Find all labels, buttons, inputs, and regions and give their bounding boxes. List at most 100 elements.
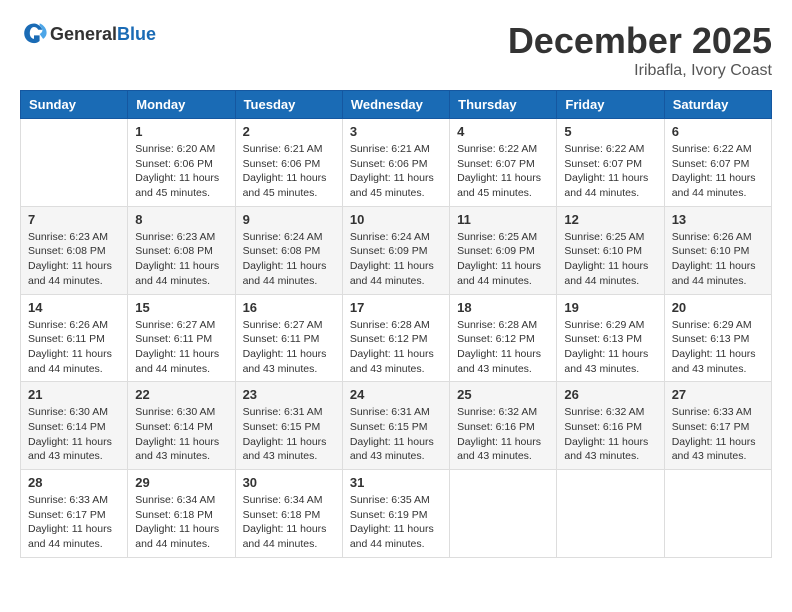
- day-info: Sunrise: 6:31 AMSunset: 6:15 PMDaylight:…: [350, 405, 442, 464]
- day-number: 31: [350, 475, 442, 490]
- day-info: Sunrise: 6:22 AMSunset: 6:07 PMDaylight:…: [457, 142, 549, 201]
- calendar-cell: [21, 119, 128, 207]
- calendar-cell: 21 Sunrise: 6:30 AMSunset: 6:14 PMDayligh…: [21, 382, 128, 470]
- day-info: Sunrise: 6:27 AMSunset: 6:11 PMDaylight:…: [135, 318, 227, 377]
- day-info: Sunrise: 6:24 AMSunset: 6:08 PMDaylight:…: [243, 230, 335, 289]
- day-info: Sunrise: 6:26 AMSunset: 6:11 PMDaylight:…: [28, 318, 120, 377]
- day-number: 12: [564, 212, 656, 227]
- calendar-week-row: 7 Sunrise: 6:23 AMSunset: 6:08 PMDaylight…: [21, 206, 772, 294]
- calendar-cell: 19 Sunrise: 6:29 AMSunset: 6:13 PMDayligh…: [557, 294, 664, 382]
- logo: GeneralBlue: [20, 20, 156, 48]
- calendar-cell: 31 Sunrise: 6:35 AMSunset: 6:19 PMDayligh…: [342, 470, 449, 558]
- calendar-week-row: 21 Sunrise: 6:30 AMSunset: 6:14 PMDayligh…: [21, 382, 772, 470]
- calendar-cell: 20Sunrise: 6:29 AMSunset: 6:13 PMDayligh…: [664, 294, 771, 382]
- weekday-header-row: SundayMondayTuesdayWednesdayThursdayFrid…: [21, 91, 772, 119]
- day-info: Sunrise: 6:21 AMSunset: 6:06 PMDaylight:…: [243, 142, 335, 201]
- calendar-cell: 6Sunrise: 6:22 AMSunset: 6:07 PMDaylight…: [664, 119, 771, 207]
- calendar-cell: 4Sunrise: 6:22 AMSunset: 6:07 PMDaylight…: [450, 119, 557, 207]
- title-section: December 2025 Iribafla, Ivory Coast: [508, 20, 772, 80]
- day-number: 23: [243, 387, 335, 402]
- calendar-week-row: 28Sunrise: 6:33 AMSunset: 6:17 PMDayligh…: [21, 470, 772, 558]
- day-info: Sunrise: 6:29 AMSunset: 6:13 PMDaylight:…: [564, 318, 656, 377]
- calendar-cell: 24 Sunrise: 6:31 AMSunset: 6:15 PMDayligh…: [342, 382, 449, 470]
- calendar-cell: 29Sunrise: 6:34 AMSunset: 6:18 PMDayligh…: [128, 470, 235, 558]
- day-number: 15: [135, 300, 227, 315]
- day-info: Sunrise: 6:28 AMSunset: 6:12 PMDaylight:…: [457, 318, 549, 377]
- day-number: 2: [243, 124, 335, 139]
- calendar-cell: 8 Sunrise: 6:23 AMSunset: 6:08 PMDaylight…: [128, 206, 235, 294]
- logo-icon: [20, 20, 48, 48]
- calendar-cell: 30 Sunrise: 6:34 AMSunset: 6:18 PMDayligh…: [235, 470, 342, 558]
- calendar-cell: 26Sunrise: 6:32 AMSunset: 6:16 PMDayligh…: [557, 382, 664, 470]
- day-number: 5: [564, 124, 656, 139]
- day-info: Sunrise: 6:23 AMSunset: 6:08 PMDaylight:…: [135, 230, 227, 289]
- day-number: 28: [28, 475, 120, 490]
- day-number: 27: [672, 387, 764, 402]
- day-info: Sunrise: 6:30 AMSunset: 6:14 PMDaylight:…: [135, 405, 227, 464]
- day-number: 24: [350, 387, 442, 402]
- day-number: 17: [350, 300, 442, 315]
- calendar-cell: 14 Sunrise: 6:26 AMSunset: 6:11 PMDayligh…: [21, 294, 128, 382]
- weekday-header-wednesday: Wednesday: [342, 91, 449, 119]
- day-number: 22: [135, 387, 227, 402]
- day-info: Sunrise: 6:35 AMSunset: 6:19 PMDaylight:…: [350, 493, 442, 552]
- weekday-header-thursday: Thursday: [450, 91, 557, 119]
- calendar-week-row: 1Sunrise: 6:20 AMSunset: 6:06 PMDaylight…: [21, 119, 772, 207]
- calendar-cell: 18Sunrise: 6:28 AMSunset: 6:12 PMDayligh…: [450, 294, 557, 382]
- day-number: 16: [243, 300, 335, 315]
- calendar-cell: 7 Sunrise: 6:23 AMSunset: 6:08 PMDaylight…: [21, 206, 128, 294]
- day-info: Sunrise: 6:24 AMSunset: 6:09 PMDaylight:…: [350, 230, 442, 289]
- day-info: Sunrise: 6:26 AMSunset: 6:10 PMDaylight:…: [672, 230, 764, 289]
- day-number: 13: [672, 212, 764, 227]
- calendar-cell: 22 Sunrise: 6:30 AMSunset: 6:14 PMDayligh…: [128, 382, 235, 470]
- day-number: 9: [243, 212, 335, 227]
- day-info: Sunrise: 6:22 AMSunset: 6:07 PMDaylight:…: [564, 142, 656, 201]
- calendar-cell: 1Sunrise: 6:20 AMSunset: 6:06 PMDaylight…: [128, 119, 235, 207]
- calendar-cell: 16Sunrise: 6:27 AMSunset: 6:11 PMDayligh…: [235, 294, 342, 382]
- day-info: Sunrise: 6:30 AMSunset: 6:14 PMDaylight:…: [28, 405, 120, 464]
- calendar-table: SundayMondayTuesdayWednesdayThursdayFrid…: [20, 90, 772, 558]
- calendar-cell: [557, 470, 664, 558]
- logo-general-text: General: [50, 24, 117, 44]
- weekday-header-sunday: Sunday: [21, 91, 128, 119]
- calendar-cell: [450, 470, 557, 558]
- calendar-cell: 23 Sunrise: 6:31 AMSunset: 6:15 PMDayligh…: [235, 382, 342, 470]
- day-info: Sunrise: 6:33 AMSunset: 6:17 PMDaylight:…: [672, 405, 764, 464]
- calendar-cell: 3Sunrise: 6:21 AMSunset: 6:06 PMDaylight…: [342, 119, 449, 207]
- location-title: Iribafla, Ivory Coast: [508, 62, 772, 80]
- calendar-cell: 9 Sunrise: 6:24 AMSunset: 6:08 PMDaylight…: [235, 206, 342, 294]
- day-number: 14: [28, 300, 120, 315]
- day-number: 26: [564, 387, 656, 402]
- day-number: 30: [243, 475, 335, 490]
- day-info: Sunrise: 6:20 AMSunset: 6:06 PMDaylight:…: [135, 142, 227, 201]
- day-number: 7: [28, 212, 120, 227]
- day-info: Sunrise: 6:32 AMSunset: 6:16 PMDaylight:…: [457, 405, 549, 464]
- day-info: Sunrise: 6:28 AMSunset: 6:12 PMDaylight:…: [350, 318, 442, 377]
- calendar-cell: 11 Sunrise: 6:25 AMSunset: 6:09 PMDayligh…: [450, 206, 557, 294]
- calendar-cell: 28Sunrise: 6:33 AMSunset: 6:17 PMDayligh…: [21, 470, 128, 558]
- day-info: Sunrise: 6:34 AMSunset: 6:18 PMDaylight:…: [243, 493, 335, 552]
- page-header: GeneralBlue December 2025 Iribafla, Ivor…: [20, 20, 772, 80]
- day-number: 25: [457, 387, 549, 402]
- day-info: Sunrise: 6:25 AMSunset: 6:09 PMDaylight:…: [457, 230, 549, 289]
- day-number: 19: [564, 300, 656, 315]
- calendar-cell: 5 Sunrise: 6:22 AMSunset: 6:07 PMDaylight…: [557, 119, 664, 207]
- calendar-cell: 17 Sunrise: 6:28 AMSunset: 6:12 PMDayligh…: [342, 294, 449, 382]
- logo-blue-text: Blue: [117, 24, 156, 44]
- calendar-cell: 13 Sunrise: 6:26 AMSunset: 6:10 PMDayligh…: [664, 206, 771, 294]
- day-info: Sunrise: 6:31 AMSunset: 6:15 PMDaylight:…: [243, 405, 335, 464]
- day-number: 29: [135, 475, 227, 490]
- weekday-header-tuesday: Tuesday: [235, 91, 342, 119]
- day-info: Sunrise: 6:29 AMSunset: 6:13 PMDaylight:…: [672, 318, 764, 377]
- day-info: Sunrise: 6:21 AMSunset: 6:06 PMDaylight:…: [350, 142, 442, 201]
- day-number: 11: [457, 212, 549, 227]
- day-info: Sunrise: 6:25 AMSunset: 6:10 PMDaylight:…: [564, 230, 656, 289]
- calendar-cell: 15 Sunrise: 6:27 AMSunset: 6:11 PMDayligh…: [128, 294, 235, 382]
- day-info: Sunrise: 6:23 AMSunset: 6:08 PMDaylight:…: [28, 230, 120, 289]
- calendar-cell: 27 Sunrise: 6:33 AMSunset: 6:17 PMDayligh…: [664, 382, 771, 470]
- day-number: 8: [135, 212, 227, 227]
- day-number: 21: [28, 387, 120, 402]
- weekday-header-friday: Friday: [557, 91, 664, 119]
- calendar-cell: [664, 470, 771, 558]
- day-info: Sunrise: 6:22 AMSunset: 6:07 PMDaylight:…: [672, 142, 764, 201]
